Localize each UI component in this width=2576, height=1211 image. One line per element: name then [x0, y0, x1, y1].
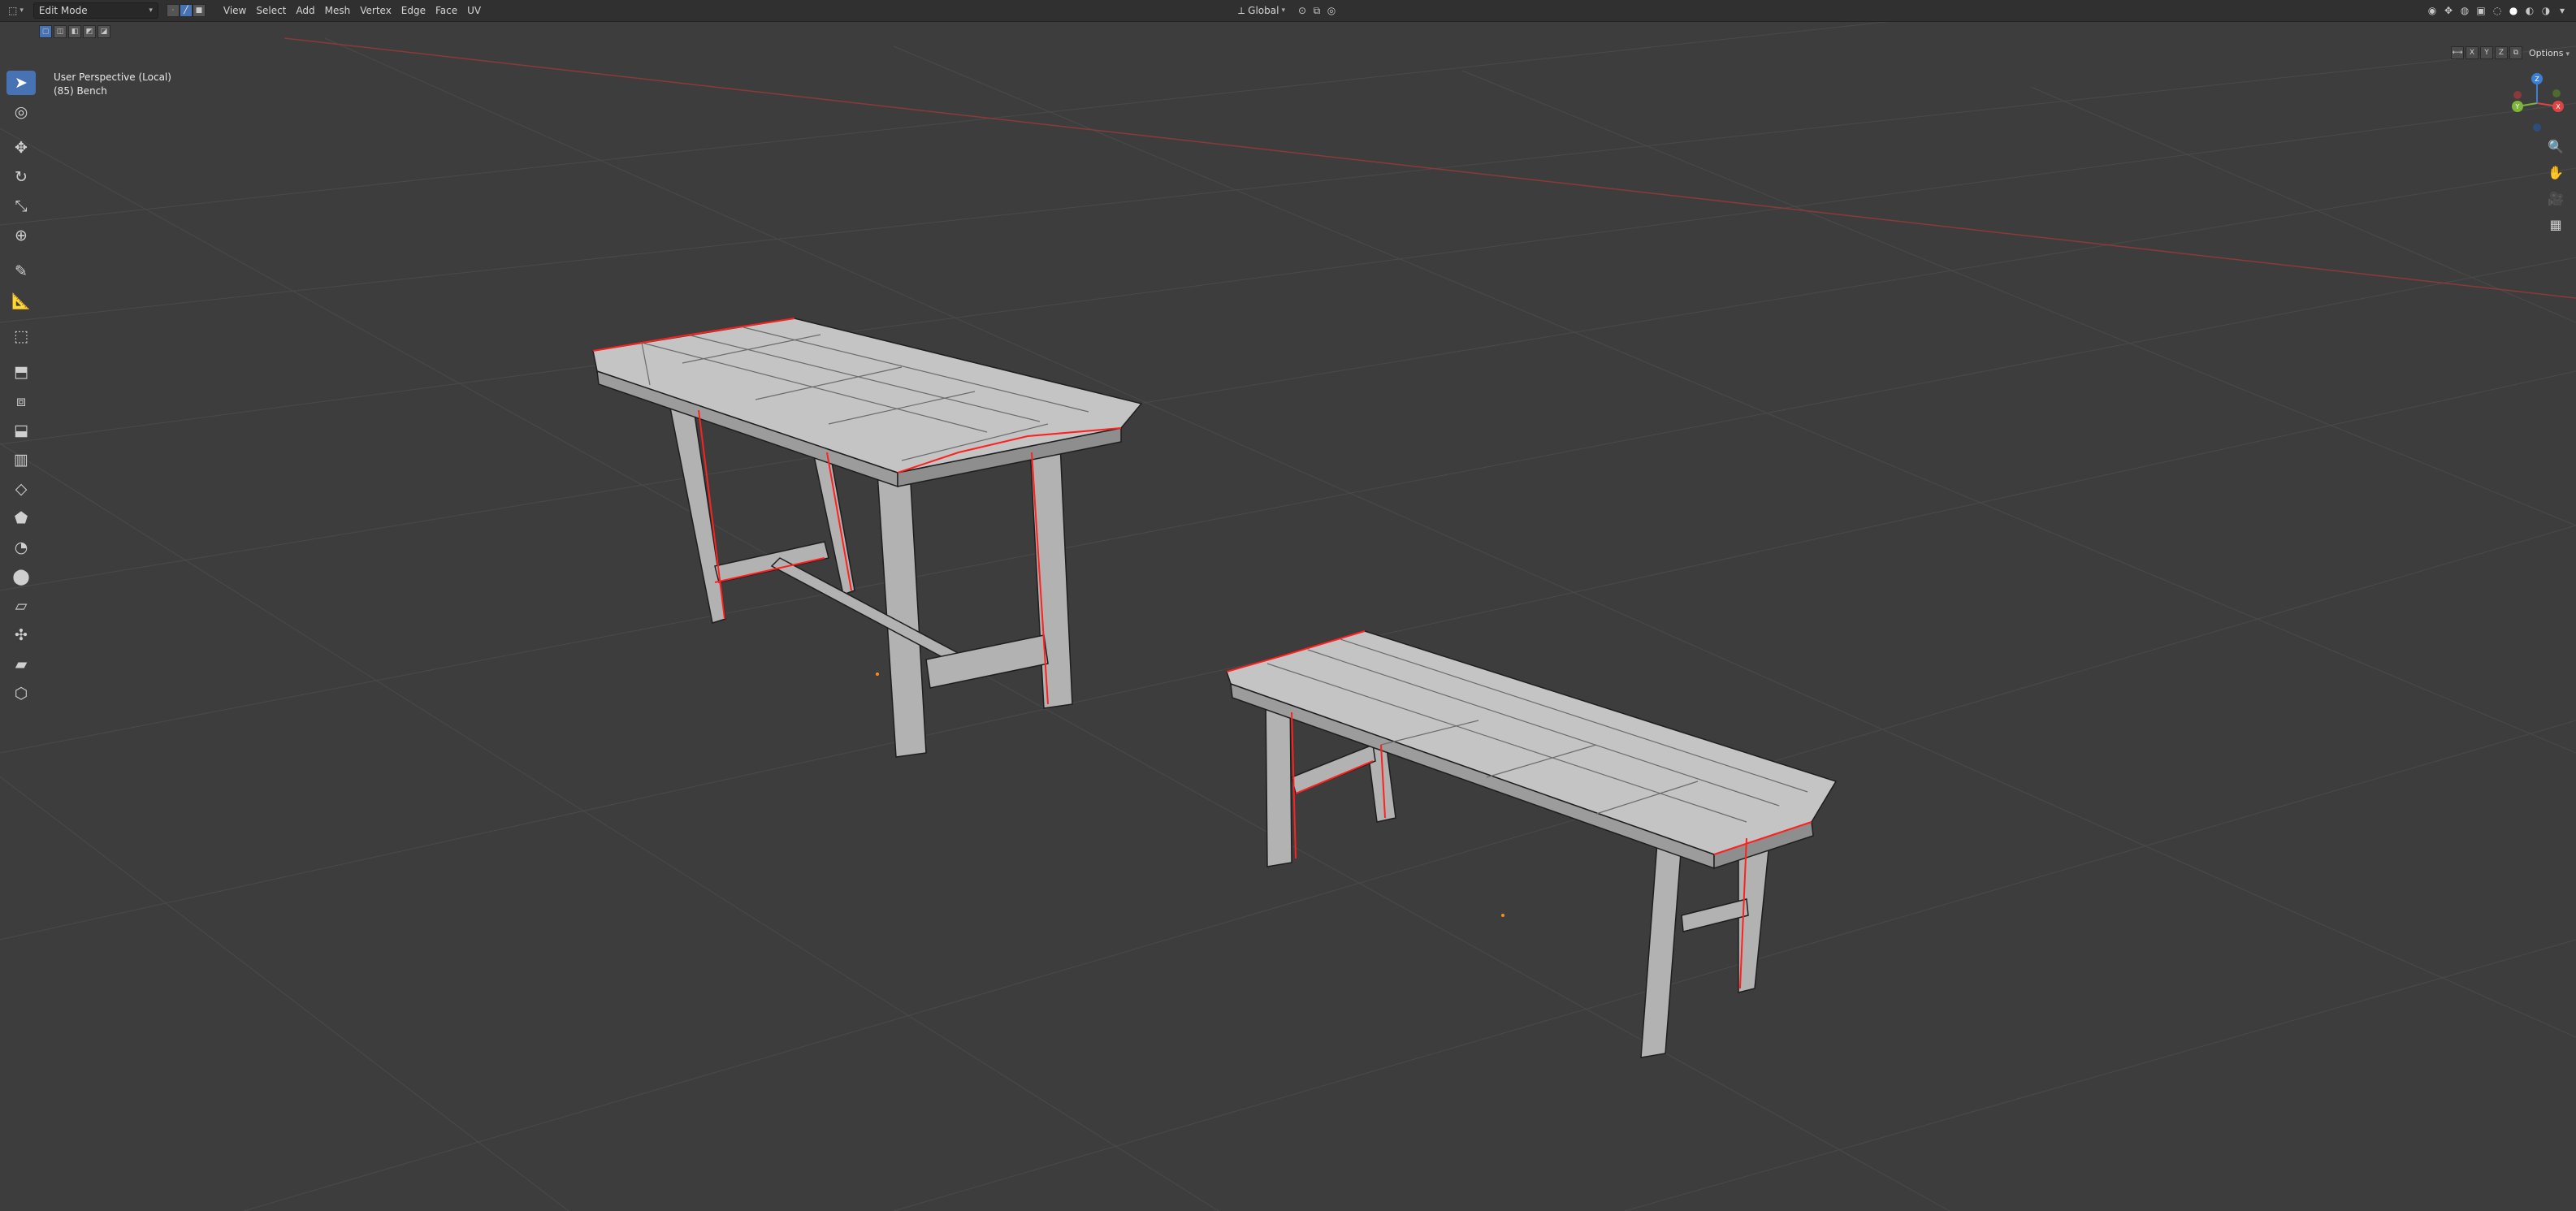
face-select-icon[interactable]: ■: [192, 4, 206, 17]
add-cube-tool-icon[interactable]: ⬚: [6, 324, 36, 348]
menu-add[interactable]: Add: [291, 3, 319, 18]
select-intersect-icon[interactable]: ◪: [97, 25, 110, 38]
shading-options-icon[interactable]: ▾: [2555, 3, 2570, 18]
select-extend-icon[interactable]: ◫: [54, 25, 67, 38]
rip-tool-icon[interactable]: ⬡: [6, 681, 36, 706]
mirror-y-toggle[interactable]: Y: [2480, 46, 2494, 59]
grid-perspective-icon[interactable]: ▦: [2544, 214, 2568, 235]
bench-origin-dot: [1501, 914, 1504, 917]
extrude-tool-icon[interactable]: ⬒: [6, 360, 36, 384]
menu-view[interactable]: View: [219, 3, 251, 18]
move-tool-icon[interactable]: ✥: [6, 136, 36, 160]
navigation-gizmo[interactable]: X Z Y: [2506, 71, 2568, 136]
table-origin-dot: [876, 673, 879, 676]
gizmo-y-label: Y: [2515, 103, 2520, 110]
perspective-label: User Perspective (Local): [54, 71, 171, 83]
x-axis-line: [284, 37, 2576, 299]
transform-tool-icon[interactable]: ⊕: [6, 223, 36, 248]
orientation-label: Global: [1248, 5, 1279, 16]
options-dropdown[interactable]: Options ▾: [2529, 48, 2570, 58]
gizmo-z-label: Z: [2535, 76, 2539, 83]
camera-icon[interactable]: 🎥: [2544, 188, 2568, 209]
measure-tool-icon[interactable]: 📐: [6, 288, 36, 313]
mirror-z-toggle[interactable]: Z: [2495, 46, 2509, 59]
xray-icon[interactable]: ▣: [2474, 3, 2488, 18]
mirror-x-toggle[interactable]: X: [2466, 46, 2479, 59]
options-label: Options: [2529, 47, 2564, 58]
cursor-tool-icon[interactable]: ◎: [6, 100, 36, 124]
orientation-icon: ⟂: [1238, 4, 1245, 16]
visibility-icon[interactable]: ◉: [2425, 3, 2440, 18]
menu-edge[interactable]: Edge: [396, 3, 431, 18]
shrink-fatten-tool-icon[interactable]: ✣: [6, 623, 36, 647]
annotate-tool-icon[interactable]: ✎: [6, 259, 36, 283]
viewport-canvas[interactable]: [0, 22, 2576, 1211]
3d-viewport[interactable]: ▢ ◫ ◧ ◩ ◪ ⟷ X Y Z ⧉ Options ▾ User Perspe…: [0, 22, 2576, 1211]
snapping-icon[interactable]: ⧉: [1310, 3, 1324, 18]
bench-mesh: [1226, 630, 1838, 1058]
edge-select-icon[interactable]: ╱: [179, 4, 193, 17]
smooth-tool-icon[interactable]: ⬤: [6, 564, 36, 589]
gizmo-icon[interactable]: ✥: [2441, 3, 2456, 18]
editor-header: ⬚ ▾ Edit Mode ▾ · ╱ ■ View Select Add Mesh…: [0, 0, 2576, 22]
menu-select[interactable]: Select: [251, 3, 291, 18]
mode-label: Edit Mode: [38, 5, 88, 16]
material-shading-icon[interactable]: ◐: [2522, 3, 2537, 18]
inset-tool-icon[interactable]: ⧈: [6, 389, 36, 413]
knife-tool-icon[interactable]: ◇: [6, 477, 36, 501]
edge-slide-tool-icon[interactable]: ▱: [6, 594, 36, 618]
select-tool-icon[interactable]: ➤: [6, 71, 36, 95]
select-subtract-icon[interactable]: ◧: [68, 25, 81, 38]
menu-mesh[interactable]: Mesh: [320, 3, 356, 18]
auto-merge-icon[interactable]: ⧉: [2509, 46, 2523, 59]
zoom-icon[interactable]: 🔍: [2544, 136, 2568, 157]
pan-hand-icon[interactable]: ✋: [2544, 162, 2568, 183]
transform-pivot-icon[interactable]: ⊙: [1295, 3, 1310, 18]
bevel-tool-icon[interactable]: ⬓: [6, 418, 36, 443]
gizmo-neg-z-axis[interactable]: [2533, 123, 2541, 132]
shear-tool-icon[interactable]: ▰: [6, 652, 36, 677]
transform-orientation-dropdown[interactable]: ⟂ Global ▾: [1233, 3, 1290, 18]
floor-grid: [0, 22, 2576, 1211]
menu-uv[interactable]: UV: [462, 3, 486, 18]
left-toolbar: ➤ ◎ ✥ ↻ ⤡ ⊕ ✎ 📐 ⬚ ⬒ ⧈ ⬓ ▥ ◇ ⬟ ◔ ⬤ ▱ ✣ ▰ …: [6, 71, 39, 706]
select-box-icon[interactable]: ▢: [39, 25, 52, 38]
tool-settings-bar: ▢ ◫ ◧ ◩ ◪: [39, 25, 110, 38]
gizmo-x-label: X: [2556, 103, 2561, 110]
gizmo-neg-x-axis[interactable]: [2513, 91, 2522, 99]
mirror-icon[interactable]: ⟷: [2451, 46, 2465, 59]
object-label: (85) Bench: [54, 85, 107, 97]
menu-face[interactable]: Face: [431, 3, 462, 18]
editor-type-button[interactable]: ⬚ ▾: [3, 3, 28, 18]
solid-shading-icon[interactable]: ●: [2506, 3, 2521, 18]
overlay-icon[interactable]: ◍: [2457, 3, 2472, 18]
viewport-nav-tools: 🔍 ✋ 🎥 ▦: [2544, 136, 2568, 235]
select-mode-group: · ╱ ■: [166, 4, 206, 17]
loop-cut-tool-icon[interactable]: ▥: [6, 448, 36, 472]
proportional-edit-icon[interactable]: ◎: [1324, 3, 1339, 18]
table-mesh: [592, 318, 1143, 758]
mode-dropdown[interactable]: Edit Mode ▾: [32, 2, 158, 19]
poly-build-tool-icon[interactable]: ⬟: [6, 506, 36, 530]
gizmo-neg-y-axis[interactable]: [2552, 89, 2561, 97]
rotate-tool-icon[interactable]: ↻: [6, 165, 36, 189]
scale-tool-icon[interactable]: ⤡: [6, 194, 36, 218]
select-invert-icon[interactable]: ◩: [83, 25, 96, 38]
wireframe-shading-icon[interactable]: ◌: [2490, 3, 2505, 18]
mirror-options: ⟷ X Y Z ⧉ Options ▾: [2451, 46, 2576, 59]
header-right: ◉ ✥ ◍ ▣ ◌ ● ◐ ◑ ▾: [2425, 3, 2570, 18]
viewport-info: User Perspective (Local) (85) Bench: [54, 71, 171, 98]
menu-vertex[interactable]: Vertex: [355, 3, 396, 18]
rendered-shading-icon[interactable]: ◑: [2539, 3, 2553, 18]
vertex-select-icon[interactable]: ·: [166, 4, 180, 17]
spin-tool-icon[interactable]: ◔: [6, 535, 36, 560]
cube-icon: ⬚: [8, 5, 18, 16]
